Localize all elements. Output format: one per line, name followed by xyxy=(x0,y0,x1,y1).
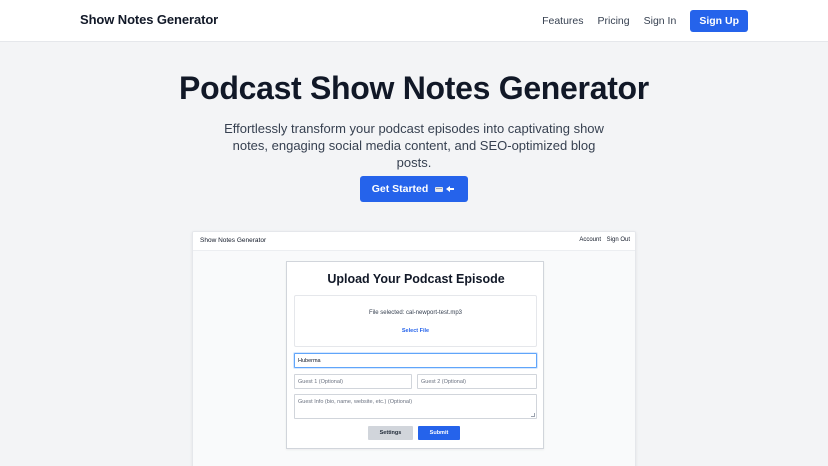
upload-card: Upload Your Podcast Episode File selecte… xyxy=(286,261,544,449)
pointing-hand-icon xyxy=(434,184,456,194)
get-started-button[interactable]: Get Started xyxy=(360,176,468,202)
sign-out-link[interactable]: Sign Out xyxy=(607,237,630,243)
guest-2-input[interactable]: Guest 2 (Optional) xyxy=(417,374,537,389)
settings-button[interactable]: Settings xyxy=(368,426,413,440)
hero-subtitle: Effortlessly transform your podcast epis… xyxy=(224,121,604,170)
hero-title: Podcast Show Notes Generator xyxy=(179,70,649,106)
host-input[interactable]: Huberma xyxy=(294,353,537,368)
app-preview: Show Notes Generator Account Sign Out Up… xyxy=(192,231,636,466)
upload-title: Upload Your Podcast Episode xyxy=(327,272,505,286)
file-dropzone[interactable]: File selected: cal-newport-test.mp3 Sele… xyxy=(294,295,537,347)
nav-links: Features Pricing Sign In Sign Up xyxy=(528,10,748,32)
get-started-label: Get Started xyxy=(371,183,429,195)
guest-info-placeholder: Guest Info (bio, name, website, etc.) (O… xyxy=(298,399,413,405)
resize-handle-icon[interactable] xyxy=(531,413,535,417)
nav-link-pricing[interactable]: Pricing xyxy=(598,15,630,27)
sign-up-button[interactable]: Sign Up xyxy=(690,10,748,32)
submit-button[interactable]: Submit xyxy=(418,426,460,440)
file-selected-text: File selected: cal-newport-test.mp3 xyxy=(368,310,463,316)
brand-logo[interactable]: Show Notes Generator xyxy=(80,12,218,27)
app-brand[interactable]: Show Notes Generator xyxy=(200,237,266,244)
nav-link-features[interactable]: Features xyxy=(542,15,583,27)
select-file-link[interactable]: Select File xyxy=(295,328,536,334)
guest-1-input[interactable]: Guest 1 (Optional) xyxy=(294,374,412,389)
nav-link-sign-in[interactable]: Sign In xyxy=(644,15,677,27)
top-navbar: Show Notes Generator Features Pricing Si… xyxy=(0,0,828,42)
app-navbar: Show Notes Generator Account Sign Out xyxy=(193,232,635,251)
account-link[interactable]: Account xyxy=(579,237,601,243)
guest-info-textarea[interactable]: Guest Info (bio, name, website, etc.) (O… xyxy=(294,394,537,419)
